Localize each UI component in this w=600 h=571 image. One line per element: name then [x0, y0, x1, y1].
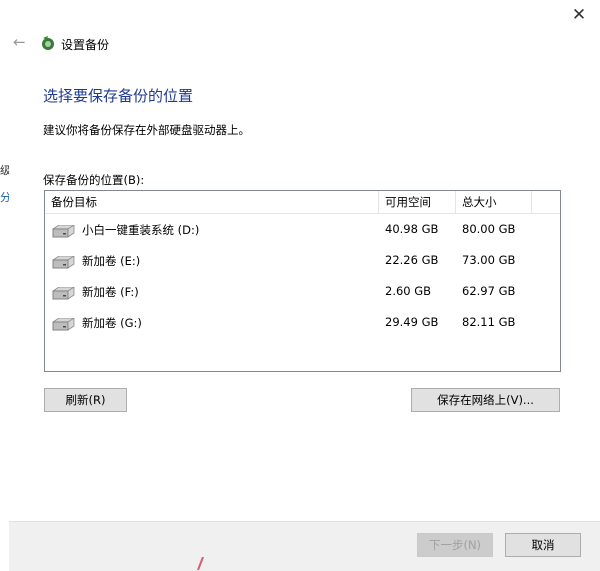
dialog-footer: 下一步(N) 取消	[9, 521, 600, 571]
drive-total-size: 82.11 GB	[462, 315, 516, 329]
list-item[interactable]: 小白一键重装系统 (D:) 40.98 GB 80.00 GB	[45, 217, 560, 243]
list-item[interactable]: 新加卷 (G:) 29.49 GB 82.11 GB	[45, 310, 560, 336]
drive-total-size: 62.97 GB	[462, 284, 516, 298]
back-arrow-icon[interactable]: ←	[13, 34, 29, 50]
drive-free-space: 22.26 GB	[385, 253, 439, 267]
save-on-network-button[interactable]: 保存在网络上(V)...	[411, 388, 560, 412]
drive-free-space: 40.98 GB	[385, 222, 439, 236]
drive-name: 新加卷 (F:)	[82, 285, 139, 299]
drive-total-size: 80.00 GB	[462, 222, 516, 236]
list-header: 备份目标 可用空间 总大小	[45, 191, 560, 214]
hard-drive-icon	[52, 318, 75, 331]
backup-dialog: ✕ ← 设置备份 选择要保存备份的位置 建议你将备份保存在外部硬盘驱动器上。 保…	[9, 0, 600, 571]
column-header-total-size[interactable]: 总大小	[456, 191, 532, 213]
next-button[interactable]: 下一步(N)	[417, 533, 493, 557]
list-item[interactable]: 新加卷 (E:) 22.26 GB 73.00 GB	[45, 248, 560, 274]
backup-destination-list[interactable]: 备份目标 可用空间 总大小 小白一键重装系统 (D:) 40.98 GB 80.…	[44, 190, 561, 372]
drive-free-space: 29.49 GB	[385, 315, 439, 329]
location-label: 保存备份的位置(B):	[43, 173, 145, 187]
list-item[interactable]: 新加卷 (F:) 2.60 GB 62.97 GB	[45, 279, 560, 305]
column-header-free-space[interactable]: 可用空间	[379, 191, 456, 213]
page-heading: 选择要保存备份的位置	[43, 87, 194, 105]
hard-drive-icon	[52, 225, 75, 238]
background-decoration	[197, 557, 204, 570]
refresh-button[interactable]: 刷新(R)	[44, 388, 127, 412]
cancel-button[interactable]: 取消	[505, 533, 581, 557]
page-description: 建议你将备份保存在外部硬盘驱动器上。	[43, 123, 250, 137]
close-button[interactable]: ✕	[568, 4, 590, 26]
backup-icon	[42, 36, 54, 50]
hard-drive-icon	[52, 256, 75, 269]
window-title: 设置备份	[61, 38, 110, 52]
drive-name: 新加卷 (G:)	[82, 316, 142, 330]
column-header-destination[interactable]: 备份目标	[45, 191, 379, 213]
drive-name: 小白一键重装系统 (D:)	[82, 223, 200, 237]
drive-name: 新加卷 (E:)	[82, 254, 141, 268]
hard-drive-icon	[52, 287, 75, 300]
drive-total-size: 73.00 GB	[462, 253, 516, 267]
drive-free-space: 2.60 GB	[385, 284, 432, 298]
